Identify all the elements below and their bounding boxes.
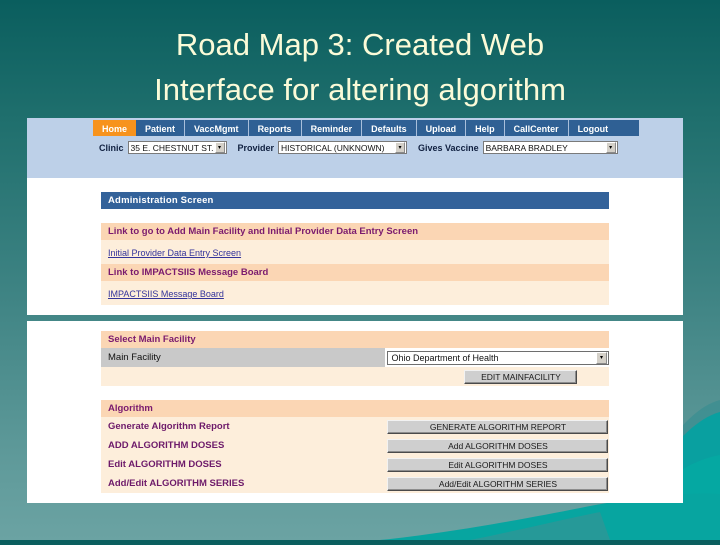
facility-section-title: Select Main Facility (101, 331, 609, 348)
chevron-down-icon[interactable]: ▾ (595, 351, 607, 364)
admin-row-header: Link to IMPACTSIIS Message Board (101, 264, 609, 281)
nav-tab-vaccmgmt[interactable]: VaccMgmt (185, 120, 249, 136)
nav-tab-defaults[interactable]: Defaults (362, 120, 417, 136)
nav-tab-help[interactable]: Help (466, 120, 505, 136)
table-row: ADD ALGORITHM DOSES Add ALGORITHM DOSES (101, 436, 609, 455)
table-row: Generate Algorithm Report GENERATE ALGOR… (101, 417, 609, 436)
nav-tab-patient[interactable]: Patient (136, 120, 186, 136)
add-edit-algorithm-series-button[interactable]: Add/Edit ALGORITHM SERIES (387, 476, 609, 491)
main-facility-label: Main Facility (101, 348, 386, 367)
table-row: Main Facility Ohio Department of Health … (101, 348, 609, 367)
algorithm-table: Algorithm Generate Algorithm Report GENE… (101, 400, 609, 493)
spacer (27, 209, 683, 223)
admin-row-header: Link to go to Add Main Facility and Init… (101, 223, 609, 240)
edit-mainfacility-button[interactable]: EDIT MAINFACILITY (464, 369, 578, 384)
provider-label: Provider (237, 142, 275, 153)
clinic-select-value: 35 E. CHESTNUT ST. (130, 142, 214, 153)
admin-links-table: Link to go to Add Main Facility and Init… (101, 223, 609, 305)
spacer (27, 305, 683, 315)
edit-algorithm-doses-button[interactable]: Edit ALGORITHM DOSES (387, 457, 609, 472)
algorithm-row-label: ADD ALGORITHM DOSES (108, 440, 225, 451)
main-facility-select-value: Ohio Department of Health (391, 352, 499, 363)
main-facility-field-cell: Ohio Department of Health ▾ (385, 348, 609, 367)
admin-panel: Home Patient VaccMgmt Reports Reminder D… (27, 118, 683, 315)
main-navigation[interactable]: Home Patient VaccMgmt Reports Reminder D… (93, 120, 640, 136)
admin-table: Administration Screen (101, 192, 609, 209)
clinic-label: Clinic (99, 142, 124, 153)
spacer (27, 493, 683, 503)
algorithm-section-title: Algorithm (101, 400, 609, 417)
algorithm-row-action: Add ALGORITHM DOSES (385, 436, 609, 455)
gives-vaccine-select[interactable]: BARBARA BRADLEY ▾ (482, 141, 618, 154)
add-algorithm-doses-button[interactable]: Add ALGORITHM DOSES (387, 438, 609, 453)
algorithm-row-label: Add/Edit ALGORITHM SERIES (108, 478, 245, 489)
nav-tab-home[interactable]: Home (93, 120, 137, 136)
nav-tab-upload[interactable]: Upload (417, 120, 467, 136)
chevron-down-icon[interactable]: ▾ (605, 142, 616, 153)
nav-tab-logout[interactable]: Logout (569, 120, 618, 136)
chevron-down-icon[interactable]: ▾ (214, 142, 225, 153)
nav-tab-reports[interactable]: Reports (249, 120, 302, 136)
algorithm-row-action: Add/Edit ALGORITHM SERIES (385, 474, 609, 493)
nav-tab-callcenter[interactable]: CallCenter (505, 120, 569, 136)
clinic-select[interactable]: 35 E. CHESTNUT ST. ▾ (127, 141, 227, 154)
edit-mainfacility-cell: EDIT MAINFACILITY (385, 367, 609, 386)
list-item: IMPACTSIIS Message Board (101, 281, 609, 305)
algorithm-row-label: Edit ALGORITHM DOSES (108, 459, 222, 470)
app-header: Home Patient VaccMgmt Reports Reminder D… (27, 118, 683, 178)
context-selector-row: Clinic 35 E. CHESTNUT ST. ▾ Provider HIS… (99, 141, 618, 154)
spacer (27, 321, 683, 331)
gives-vaccine-select-value: BARBARA BRADLEY (485, 142, 568, 153)
generate-algorithm-report-button[interactable]: GENERATE ALGORITHM REPORT (387, 419, 609, 434)
provider-select-value: HISTORICAL (UNKNOWN) (281, 142, 385, 153)
spacer (27, 386, 683, 400)
link-impactsiis-message-board[interactable]: IMPACTSIIS Message Board (108, 289, 224, 299)
link-initial-provider-data-entry[interactable]: Initial Provider Data Entry Screen (108, 248, 241, 258)
algorithm-row-action: Edit ALGORITHM DOSES (385, 455, 609, 474)
table-row: EDIT MAINFACILITY (101, 367, 609, 386)
page-title: Road Map 3: Created Web Interface for al… (154, 27, 566, 107)
table-row: Edit ALGORITHM DOSES Edit ALGORITHM DOSE… (101, 455, 609, 474)
spacer (27, 178, 683, 192)
main-facility-select[interactable]: Ohio Department of Health ▾ (387, 350, 609, 365)
admin-section-title: Administration Screen (101, 192, 609, 209)
algorithm-row-action: GENERATE ALGORITHM REPORT (385, 417, 609, 436)
algorithm-row-label: Generate Algorithm Report (108, 421, 230, 432)
gives-vaccine-label: Gives Vaccine (418, 142, 479, 153)
empty-cell (101, 367, 386, 386)
table-row: Add/Edit ALGORITHM SERIES Add/Edit ALGOR… (101, 474, 609, 493)
provider-select[interactable]: HISTORICAL (UNKNOWN) ▾ (278, 141, 408, 154)
embedded-screenshot: Home Patient VaccMgmt Reports Reminder D… (27, 118, 683, 503)
facility-table: Select Main Facility Main Facility Ohio … (101, 331, 609, 386)
list-item: Initial Provider Data Entry Screen (101, 240, 609, 264)
chevron-down-icon[interactable]: ▾ (395, 142, 406, 153)
facility-algorithm-panel: Select Main Facility Main Facility Ohio … (27, 321, 683, 503)
nav-tab-reminder[interactable]: Reminder (302, 120, 363, 136)
